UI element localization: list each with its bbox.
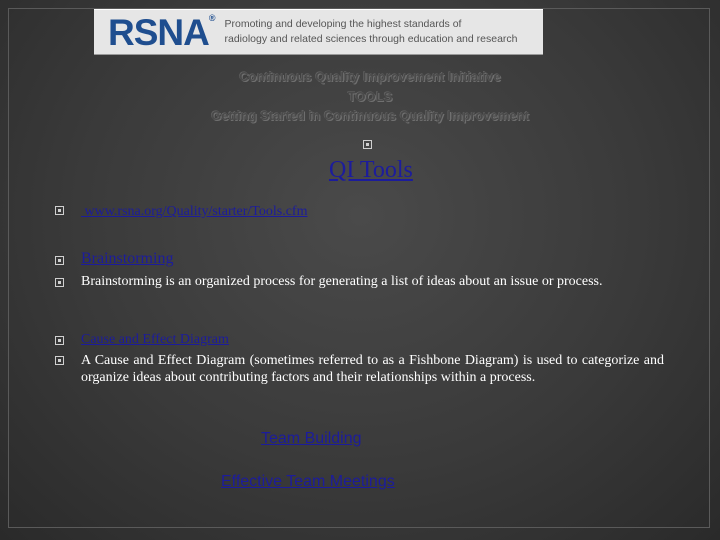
cause-effect-diagram-link[interactable]: Cause and Effect Diagram — [81, 331, 229, 348]
team-building-link[interactable]: Team Building — [261, 429, 362, 449]
bullet-icon — [55, 356, 64, 365]
rsna-wordmark: RSNA® — [108, 11, 215, 53]
header-line-3: Getting Started in Continuous Quality Im… — [211, 108, 529, 123]
effective-team-meetings-link[interactable]: Effective Team Meetings — [221, 472, 395, 492]
rsna-logo-banner: RSNA® Promoting and developing the highe… — [94, 9, 543, 55]
bullet-icon — [55, 278, 64, 287]
rsna-tools-url-link[interactable]: www.rsna.org/Quality/starter/Tools.cfm — [81, 203, 308, 220]
bullet-icon — [55, 336, 64, 345]
qi-tools-title-link[interactable]: QI Tools — [329, 156, 413, 184]
cause-effect-description: A Cause and Effect Diagram (sometimes re… — [81, 353, 664, 385]
slide-header: Continuous Quality Improvement Initiativ… — [140, 67, 600, 126]
header-line-1: Continuous Quality Improvement Initiativ… — [239, 69, 501, 84]
brainstorming-description: Brainstorming is an organized process fo… — [81, 274, 603, 289]
bullet-icon — [363, 140, 372, 149]
brainstorming-link[interactable]: Brainstorming — [81, 249, 173, 268]
bullet-icon — [55, 206, 64, 215]
rsna-tagline: Promoting and developing the highest sta… — [224, 18, 518, 45]
bullet-icon — [55, 256, 64, 265]
header-line-2: TOOLS — [347, 88, 393, 104]
